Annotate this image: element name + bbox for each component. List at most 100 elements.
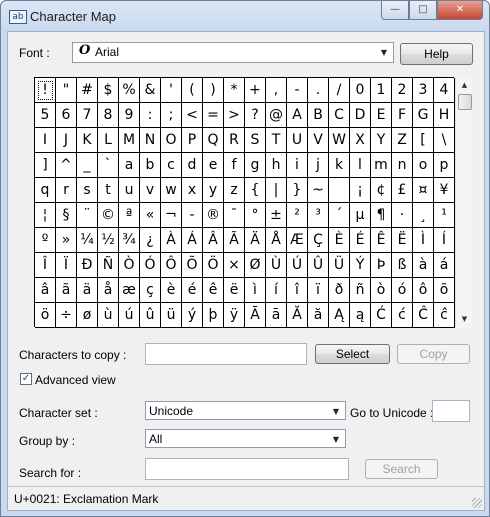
character-cell[interactable]: * [224, 78, 245, 103]
character-cell[interactable]: ¬ [161, 203, 182, 228]
character-cell[interactable]: ö [35, 303, 56, 328]
character-cell[interactable]: Â [203, 228, 224, 253]
character-cell[interactable]: s [77, 178, 98, 203]
title-bar[interactable]: ab Character Map — □ ✕ [1, 1, 489, 31]
character-cell[interactable]: ú [119, 303, 140, 328]
copy-button[interactable]: Copy [397, 344, 470, 364]
character-cell[interactable]: Ð [77, 253, 98, 278]
character-cell[interactable]: ā [266, 303, 287, 328]
character-cell[interactable]: [ [413, 128, 434, 153]
character-cell[interactable]: ë [224, 278, 245, 303]
character-cell[interactable]: Û [308, 253, 329, 278]
character-cell[interactable]: 3 [413, 78, 434, 103]
character-cell[interactable]: O [161, 128, 182, 153]
character-cell[interactable]: q [35, 178, 56, 203]
select-button[interactable]: Select [315, 344, 390, 364]
character-cell[interactable]: a [119, 153, 140, 178]
character-cell[interactable]: Ā [245, 303, 266, 328]
character-cell[interactable]: ÷ [56, 303, 77, 328]
help-button[interactable]: Help [400, 43, 473, 65]
character-cell[interactable]: « [140, 203, 161, 228]
character-cell[interactable]: h [266, 153, 287, 178]
character-cell[interactable]: N [140, 128, 161, 153]
character-cell[interactable]: w [161, 178, 182, 203]
character-cell[interactable]: § [56, 203, 77, 228]
character-cell[interactable]: x [182, 178, 203, 203]
character-cell[interactable]: F [392, 103, 413, 128]
character-cell[interactable]: ĉ [434, 303, 455, 328]
character-cell[interactable]: ( [182, 78, 203, 103]
character-cell[interactable]: ¢ [371, 178, 392, 203]
character-cell[interactable]: p [434, 153, 455, 178]
character-cell[interactable]: o [413, 153, 434, 178]
character-cell[interactable]: ² [287, 203, 308, 228]
character-cell[interactable]: Ï [56, 253, 77, 278]
character-cell[interactable]: Þ [371, 253, 392, 278]
character-cell[interactable]: ¸ [413, 203, 434, 228]
character-cell[interactable]: G [413, 103, 434, 128]
advanced-view-checkbox[interactable]: ✓ [20, 373, 32, 385]
character-cell[interactable]: ; [161, 103, 182, 128]
character-cell[interactable]: ¾ [119, 228, 140, 253]
character-cell[interactable]: , [266, 78, 287, 103]
character-cell[interactable]: É [350, 228, 371, 253]
character-cell[interactable]: Î [35, 253, 56, 278]
character-cell[interactable]: Ó [140, 253, 161, 278]
close-button[interactable]: ✕ [437, 1, 483, 20]
character-cell[interactable]: ç [140, 278, 161, 303]
character-cell[interactable]: ã [56, 278, 77, 303]
character-cell[interactable]: Y [371, 128, 392, 153]
character-cell[interactable]: ä [77, 278, 98, 303]
character-cell[interactable]: - [182, 203, 203, 228]
character-cell[interactable]: 4 [434, 78, 455, 103]
character-cell[interactable]: D [350, 103, 371, 128]
character-cell[interactable]: ¨ [77, 203, 98, 228]
character-cell[interactable]: Ë [392, 228, 413, 253]
character-cell[interactable]: Ù [266, 253, 287, 278]
character-cell[interactable]: · [392, 203, 413, 228]
character-cell[interactable]: t [98, 178, 119, 203]
character-cell[interactable]: ¿ [140, 228, 161, 253]
character-cell[interactable]: × [224, 253, 245, 278]
character-set-dropdown[interactable]: Unicode ▼ [145, 401, 346, 420]
character-cell[interactable]: È [329, 228, 350, 253]
character-cell[interactable]: Ì [413, 228, 434, 253]
character-cell[interactable]: ® [203, 203, 224, 228]
character-cell[interactable]: M [119, 128, 140, 153]
character-cell[interactable]: Ú [287, 253, 308, 278]
character-cell[interactable]: k [329, 153, 350, 178]
character-cell[interactable]: L [98, 128, 119, 153]
character-cell[interactable]: . [308, 78, 329, 103]
resize-grip-icon[interactable] [472, 498, 482, 508]
character-cell[interactable]: > [224, 103, 245, 128]
character-cell[interactable]: ± [266, 203, 287, 228]
maximize-button[interactable]: □ [409, 1, 437, 20]
character-cell[interactable]: y [203, 178, 224, 203]
character-cell[interactable]: ą [350, 303, 371, 328]
character-cell[interactable]: \ [434, 128, 455, 153]
character-cell[interactable]: ! [35, 78, 56, 103]
character-cell[interactable]: ÿ [224, 303, 245, 328]
character-cell[interactable]: © [98, 203, 119, 228]
grid-scrollbar[interactable]: ▲ ▼ [455, 77, 473, 328]
scrollbar-thumb[interactable] [458, 94, 472, 110]
character-cell[interactable]: ì [245, 278, 266, 303]
character-cell[interactable]: " [56, 78, 77, 103]
character-cell[interactable]: £ [392, 178, 413, 203]
character-cell[interactable]: ¹ [434, 203, 455, 228]
character-cell[interactable]: & [140, 78, 161, 103]
character-cell[interactable]: Ñ [98, 253, 119, 278]
character-cell[interactable]: 5 [35, 103, 56, 128]
character-cell[interactable]: õ [434, 278, 455, 303]
character-cell[interactable]: ù [98, 303, 119, 328]
character-cell[interactable]: H [434, 103, 455, 128]
character-cell[interactable]: ? [245, 103, 266, 128]
character-cell[interactable]: | [266, 178, 287, 203]
search-button[interactable]: Search [365, 459, 438, 479]
character-cell[interactable]: ¤ [413, 178, 434, 203]
character-cell[interactable]: å [98, 278, 119, 303]
character-cell[interactable]: z [224, 178, 245, 203]
character-cell[interactable]: Ĉ [413, 303, 434, 328]
character-cell[interactable]: u [119, 178, 140, 203]
character-cell[interactable]: C [329, 103, 350, 128]
